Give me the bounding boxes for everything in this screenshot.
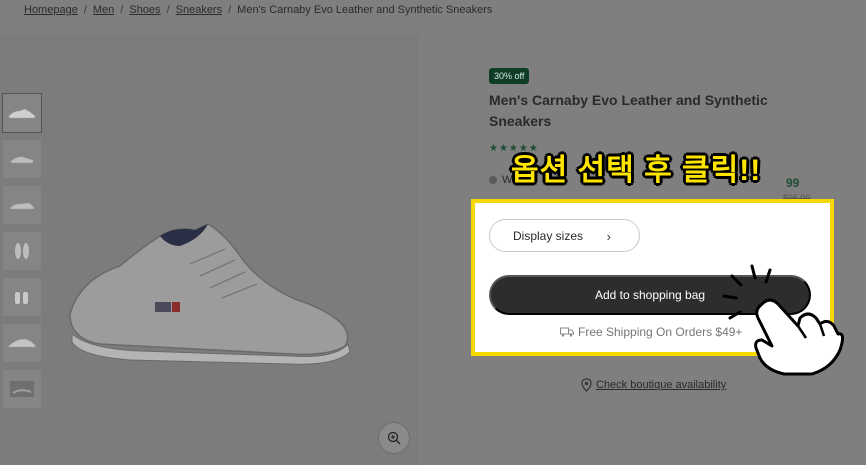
breadcrumb-homepage[interactable]: Homepage <box>24 4 78 16</box>
breadcrumb-sneakers[interactable]: Sneakers <box>176 4 222 16</box>
breadcrumb-men[interactable]: Men <box>93 4 114 16</box>
thumbnail-3[interactable] <box>3 186 41 224</box>
thumbnail-list <box>2 93 43 408</box>
shipping-label: Free Shipping On Orders $49+ <box>578 325 743 339</box>
discount-badge: 30% off <box>489 68 530 84</box>
breadcrumb-separator: / <box>120 4 124 16</box>
sneaker-main-image <box>69 223 351 365</box>
sneaker-side-thumb-icon <box>8 108 36 119</box>
thumbnail-1[interactable] <box>2 93 42 133</box>
chevron-right-icon: › <box>606 229 611 244</box>
breadcrumb-current: Men's Carnaby Evo Leather and Synthetic … <box>237 4 493 16</box>
breadcrumb-separator: / <box>166 4 170 16</box>
display-sizes-label: Display sizes <box>513 228 584 243</box>
zoom-in-icon <box>387 431 401 445</box>
model-wearing-thumb-icon <box>10 381 34 397</box>
location-pin-icon <box>581 378 592 392</box>
breadcrumb: Homepage / Men / Shoes / Sneakers / Men'… <box>24 4 492 16</box>
thumbnail-5[interactable] <box>3 278 41 316</box>
product-gallery <box>0 34 418 465</box>
boutique-availability[interactable]: Check boutique availability <box>581 378 726 392</box>
thumbnail-2[interactable] <box>3 140 41 178</box>
breadcrumb-separator: / <box>228 4 232 16</box>
thumbnail-6[interactable] <box>3 324 41 362</box>
price: 99 <box>786 176 800 190</box>
display-sizes-button[interactable]: Display sizes › <box>489 219 640 252</box>
sneaker-front-thumb-icon <box>10 156 34 164</box>
breadcrumb-separator: / <box>83 4 87 16</box>
product-title: Men's Carnaby Evo Leather and Synthetic … <box>489 92 768 129</box>
sneaker-pair-thumb-icon <box>15 292 28 304</box>
sneaker-angle-thumb-icon <box>9 202 35 210</box>
color-swatch[interactable] <box>489 176 497 184</box>
thumbnail-4[interactable] <box>3 232 41 270</box>
pointing-hand-icon <box>722 264 845 376</box>
breadcrumb-shoes[interactable]: Shoes <box>129 4 160 16</box>
annotation-text: 옵션 선택 후 클릭!! <box>511 154 762 187</box>
truck-icon <box>560 327 574 337</box>
thumbnail-7[interactable] <box>3 370 41 408</box>
sneaker-detail-thumb-icon <box>7 338 37 348</box>
boutique-link[interactable]: Check boutique availability <box>596 379 726 391</box>
shipping-info: Free Shipping On Orders $49+ <box>560 325 742 339</box>
zoom-button[interactable] <box>378 422 410 454</box>
sneaker-sole-thumb-icon <box>15 243 29 259</box>
